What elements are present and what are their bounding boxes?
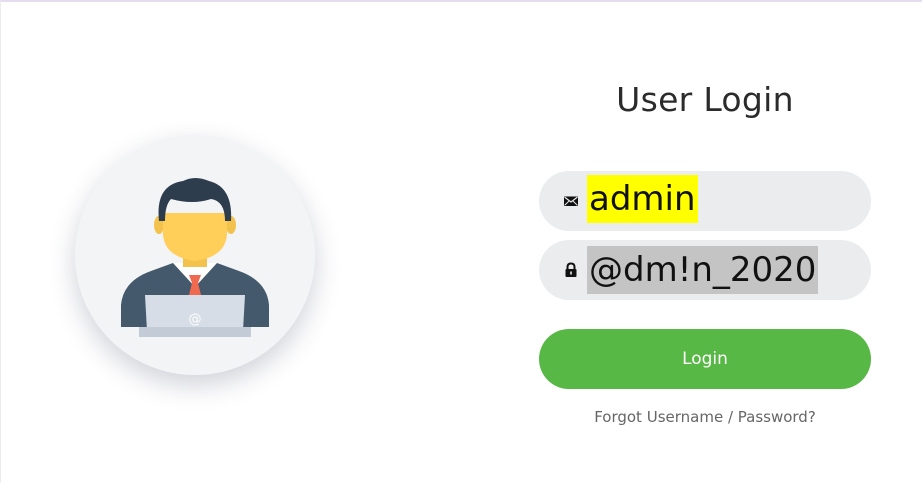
svg-text:@: @ xyxy=(189,312,202,327)
page-title: User Login xyxy=(616,80,794,119)
login-page: @ User Login admin @dm!n_2020 Login Forg… xyxy=(0,0,922,483)
username-value: admin xyxy=(587,175,698,223)
lock-icon xyxy=(565,262,577,277)
forgot-credentials-link[interactable]: Forgot Username / Password? xyxy=(539,408,871,426)
password-field[interactable]: @dm!n_2020 xyxy=(539,240,871,300)
envelope-icon xyxy=(564,196,578,206)
username-field[interactable]: admin xyxy=(539,171,871,231)
user-avatar-illustration: @ xyxy=(75,135,315,375)
user-avatar-svg: @ xyxy=(121,178,269,337)
password-value: @dm!n_2020 xyxy=(587,246,819,294)
login-button[interactable]: Login xyxy=(539,329,871,389)
